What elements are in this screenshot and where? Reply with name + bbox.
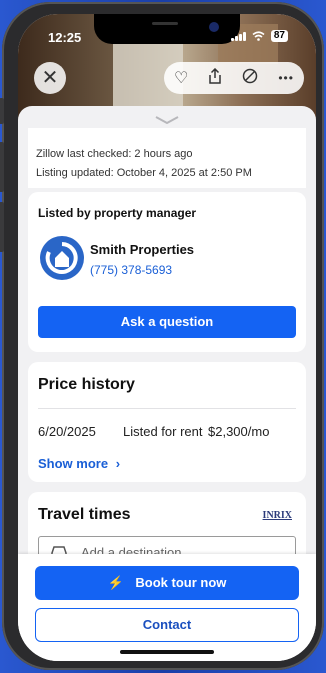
status-right: 87 [230, 30, 288, 42]
share-icon[interactable] [208, 67, 222, 89]
hide-icon[interactable] [242, 68, 258, 89]
inrix-logo: INRIX [262, 510, 292, 521]
home-indicator [120, 650, 214, 654]
property-manager-card: Listed by property manager Smith Propert… [28, 192, 306, 352]
speaker [152, 22, 178, 25]
property-manager-title: Listed by property manager [38, 206, 197, 220]
travel-times-title: Travel times [38, 506, 131, 523]
heart-icon[interactable]: ♡ [174, 68, 188, 88]
zillow-checked-text: Zillow last checked: 2 hours ago [36, 148, 193, 160]
contact-button[interactable]: Contact [35, 608, 299, 642]
chevron-down-icon[interactable] [155, 116, 179, 124]
ask-question-button[interactable]: Ask a question [38, 306, 296, 338]
lightning-icon: ⚡ [107, 575, 124, 590]
price-history-title: Price history [38, 376, 135, 393]
status-time: 12:25 [48, 30, 82, 45]
property-manager-name: Smith Properties [90, 242, 195, 257]
smith-properties-logo [40, 236, 84, 280]
book-tour-button[interactable]: ⚡ Book tour now [35, 566, 299, 600]
battery-indicator: 87 [270, 30, 288, 42]
volume-down-button [0, 202, 4, 252]
show-more-link[interactable]: Show more › [38, 456, 120, 471]
more-icon[interactable]: ••• [278, 71, 294, 85]
book-tour-label: Book tour now [135, 575, 227, 590]
volume-up-button [0, 142, 4, 192]
bottom-action-bar: ⚡ Book tour now Contact [18, 554, 316, 661]
show-more-label: Show more [38, 456, 109, 471]
mute-switch [0, 98, 4, 124]
top-action-pill: ♡ ••• [164, 62, 304, 94]
close-icon: ✕ [41, 67, 59, 89]
price-history-price: $2,300/mo [208, 424, 270, 439]
chevron-right-icon: › [115, 456, 121, 471]
phone-frame: 12:25 87 ✕ ♡ ••• Zillow last checked: 2 … [0, 2, 324, 670]
detail-sheet: Zillow last checked: 2 hours ago Listing… [18, 106, 316, 602]
price-history-divider [38, 408, 296, 409]
close-button[interactable]: ✕ [34, 62, 66, 94]
listing-updated-text: Listing updated: October 4, 2025 at 2:50… [36, 167, 252, 179]
wifi-icon [252, 31, 265, 41]
screen: 12:25 87 ✕ ♡ ••• Zillow last checked: 2 … [18, 14, 316, 661]
price-history-date: 6/20/2025 [38, 424, 96, 439]
property-manager-phone[interactable]: (775) 378-5693 [90, 263, 172, 277]
price-history-event: Listed for rent [123, 424, 203, 439]
price-history-card: Price history 6/20/2025 Listed for rent … [28, 362, 306, 482]
signal-icon [230, 31, 246, 41]
status-bar: 12:25 87 [18, 30, 316, 46]
